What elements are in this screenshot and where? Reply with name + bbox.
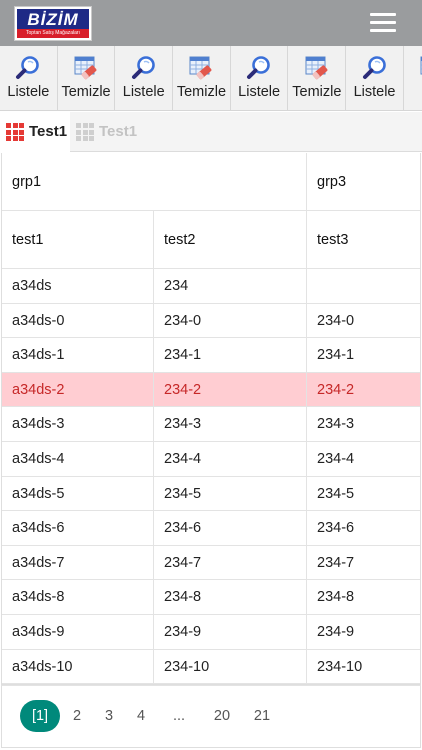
table-cell-test1[interactable]: a34ds-7 bbox=[2, 545, 154, 581]
column-header-test2[interactable]: test2 bbox=[154, 211, 307, 269]
page-button[interactable]: 2 bbox=[64, 700, 90, 732]
listele-button[interactable]: Listele bbox=[0, 46, 58, 110]
table-cell-test3[interactable]: 234-8 bbox=[307, 580, 420, 615]
logo-band: Toptan Satış Mağazaları bbox=[17, 29, 89, 38]
toolbar: Listele Temizle Listele Temizle Listele Temiz… bbox=[0, 46, 422, 111]
group-header-grp1: grp1 bbox=[2, 153, 307, 211]
search-icon bbox=[131, 55, 157, 81]
table-cell-test2[interactable]: 234-0 bbox=[154, 303, 307, 339]
table-cell-test1[interactable]: a34ds-6 bbox=[2, 511, 154, 546]
group-header-grp3: grp3 bbox=[307, 153, 420, 211]
toolbar-button-label: Temizle bbox=[292, 84, 342, 100]
toolbar-button-label: Temizle bbox=[176, 84, 227, 100]
temizle-button[interactable]: Te bbox=[404, 46, 422, 110]
logo-subtitle: Toptan Satış Mağazaları bbox=[26, 30, 80, 36]
table-cell-test1[interactable]: a34ds-2 bbox=[2, 372, 154, 408]
clear-table-icon bbox=[73, 55, 99, 81]
table-cell-test3[interactable]: 234-0 bbox=[307, 304, 420, 339]
page-button[interactable]: 20 bbox=[204, 700, 240, 732]
table-cell-test1[interactable]: a34ds-5 bbox=[2, 476, 154, 512]
listele-button[interactable]: Listele bbox=[115, 46, 174, 110]
app-header: BİZİM Toptan Satış Mağazaları bbox=[0, 0, 422, 46]
table-cell-test2[interactable]: 234-1 bbox=[154, 338, 307, 373]
table-cell-test2[interactable]: 234-5 bbox=[154, 476, 307, 512]
search-icon bbox=[362, 55, 388, 81]
column-header-test3[interactable]: test3 bbox=[307, 211, 420, 269]
tab-label: Test1 bbox=[99, 123, 138, 140]
tab-test1-inactive[interactable]: Test1 bbox=[72, 112, 142, 152]
table-cell-test3[interactable]: 234-7 bbox=[307, 546, 420, 581]
grid-icon bbox=[6, 123, 24, 141]
tab-test1-active[interactable]: Test1 bbox=[0, 112, 70, 152]
table-cell-test1[interactable]: a34ds-4 bbox=[2, 442, 154, 477]
table-cell-test3[interactable]: 234-9 bbox=[307, 615, 420, 650]
toolbar-button-label: Listele bbox=[238, 84, 281, 100]
pagination: [1] 2 3 4... 20 21 bbox=[1, 685, 421, 748]
table-cell-test2[interactable]: 234 bbox=[154, 269, 307, 304]
table-cell-test1[interactable]: a34ds-9 bbox=[2, 615, 154, 650]
table-cell-test3[interactable] bbox=[307, 269, 420, 304]
grid-icon bbox=[76, 123, 94, 141]
table-cell-test3[interactable]: 234-2 bbox=[307, 372, 420, 408]
page-button[interactable]: 3 bbox=[96, 700, 122, 732]
toolbar-button-label: Listele bbox=[122, 84, 165, 100]
table-cell-test3[interactable]: 234-3 bbox=[307, 407, 420, 442]
table-cell-test1[interactable]: a34ds-8 bbox=[2, 580, 154, 615]
table-cell-test3[interactable]: 234-10 bbox=[307, 650, 420, 685]
table-cell-test2[interactable]: 234-7 bbox=[154, 545, 307, 581]
table-cell-test1[interactable]: a34ds-10 bbox=[2, 649, 154, 685]
temizle-button[interactable]: Temizle bbox=[289, 46, 347, 110]
search-icon bbox=[246, 55, 272, 81]
page-button[interactable]: 4 bbox=[128, 700, 154, 732]
toolbar-button-label: Listele bbox=[353, 84, 396, 100]
column-header-test1[interactable]: test1 bbox=[2, 211, 154, 269]
page-button[interactable]: [1] bbox=[20, 700, 60, 732]
table-cell-test2[interactable]: 234-8 bbox=[154, 580, 307, 615]
table-cell-test1[interactable]: a34ds-1 bbox=[2, 338, 154, 373]
table-cell-test3[interactable]: 234-5 bbox=[307, 477, 420, 512]
page-button[interactable]: 21 bbox=[244, 700, 280, 732]
table-cell-test3[interactable]: 234-6 bbox=[307, 511, 420, 546]
toolbar-button-label: Te bbox=[404, 84, 422, 100]
table-cell-test3[interactable]: 234-4 bbox=[307, 442, 420, 477]
table-cell-test2[interactable]: 234-2 bbox=[154, 372, 307, 408]
table-cell-test2[interactable]: 234-10 bbox=[154, 649, 307, 685]
toolbar-button-label: Temizle bbox=[61, 84, 111, 100]
listele-button[interactable]: Listele bbox=[231, 46, 289, 110]
search-icon bbox=[15, 55, 41, 81]
tab-label: Test1 bbox=[29, 123, 68, 140]
table-cell-test1[interactable]: a34ds-3 bbox=[2, 407, 154, 442]
temizle-button[interactable]: Temizle bbox=[58, 46, 116, 110]
toolbar-button-label: Listele bbox=[7, 84, 50, 100]
table-cell-test1[interactable]: a34ds bbox=[2, 269, 154, 304]
temizle-button[interactable]: Temizle bbox=[173, 46, 231, 110]
table-cell-test2[interactable]: 234-4 bbox=[154, 442, 307, 477]
table-cell-test2[interactable]: 234-6 bbox=[154, 511, 307, 546]
table-cell-test3[interactable]: 234-1 bbox=[307, 338, 420, 373]
brand-logo[interactable]: BİZİM Toptan Satış Mağazaları bbox=[15, 7, 91, 40]
logo-text: BİZİM bbox=[27, 10, 79, 29]
clear-table-icon bbox=[304, 55, 330, 81]
listele-button[interactable]: Listele bbox=[346, 46, 404, 110]
clear-table-icon bbox=[188, 55, 214, 81]
table-cell-test1[interactable]: a34ds-0 bbox=[2, 303, 154, 339]
table-cell-test2[interactable]: 234-3 bbox=[154, 407, 307, 442]
hamburger-menu-icon[interactable] bbox=[370, 13, 396, 33]
data-grid: grp1 grp3 test1 test2 test3 a34ds 234 a34d… bbox=[1, 153, 421, 685]
tab-bar: Test1 Test1 bbox=[0, 112, 422, 152]
pagination-ellipsis: ... bbox=[172, 708, 186, 724]
table-cell-test2[interactable]: 234-9 bbox=[154, 615, 307, 650]
